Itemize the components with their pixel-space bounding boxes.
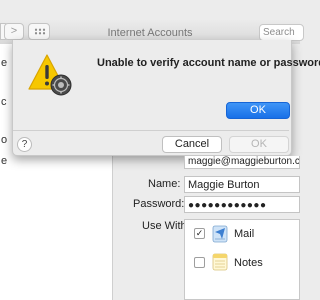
sheet-ok-button-disabled: OK bbox=[229, 136, 289, 153]
cancel-button[interactable]: Cancel bbox=[162, 136, 222, 153]
mail-checkbox[interactable]: ✓ bbox=[194, 228, 205, 239]
alert-message: Unable to verify account name or passwor… bbox=[97, 57, 320, 69]
mail-app-icon bbox=[212, 225, 228, 243]
sidebar-text-fragment: e bbox=[1, 155, 8, 167]
name-label: Name: bbox=[148, 178, 181, 190]
sidebar-text-fragment: c bbox=[1, 96, 7, 108]
help-button[interactable]: ? bbox=[17, 137, 32, 152]
description-field[interactable]: maggie@maggieburton.co.uk bbox=[184, 156, 300, 169]
sheet-divider bbox=[13, 130, 289, 131]
notes-app-icon bbox=[212, 253, 228, 271]
use-with-list: ✓ Mail Notes bbox=[184, 219, 300, 300]
notes-label: Notes bbox=[234, 257, 263, 269]
password-field[interactable]: ●●●●●●●●●●●● bbox=[184, 196, 300, 213]
ok-button[interactable]: OK bbox=[226, 102, 290, 119]
name-field[interactable]: Maggie Burton bbox=[184, 176, 300, 193]
sidebar-text-fragment: e bbox=[1, 57, 8, 69]
password-label: Password: bbox=[133, 198, 185, 210]
window-title: Internet Accounts bbox=[107, 27, 193, 39]
list-item-mail: ✓ Mail bbox=[185, 220, 301, 248]
mail-label: Mail bbox=[234, 228, 255, 240]
notes-checkbox[interactable] bbox=[194, 257, 205, 268]
list-item-notes: Notes bbox=[185, 249, 301, 277]
search-input[interactable]: Search bbox=[259, 24, 304, 41]
warning-icon bbox=[28, 54, 72, 96]
sidebar-text-fragment: o bbox=[1, 134, 8, 146]
use-with-label: Use With: bbox=[142, 220, 190, 232]
alert-panel: Unable to verify account name or passwor… bbox=[13, 41, 320, 130]
